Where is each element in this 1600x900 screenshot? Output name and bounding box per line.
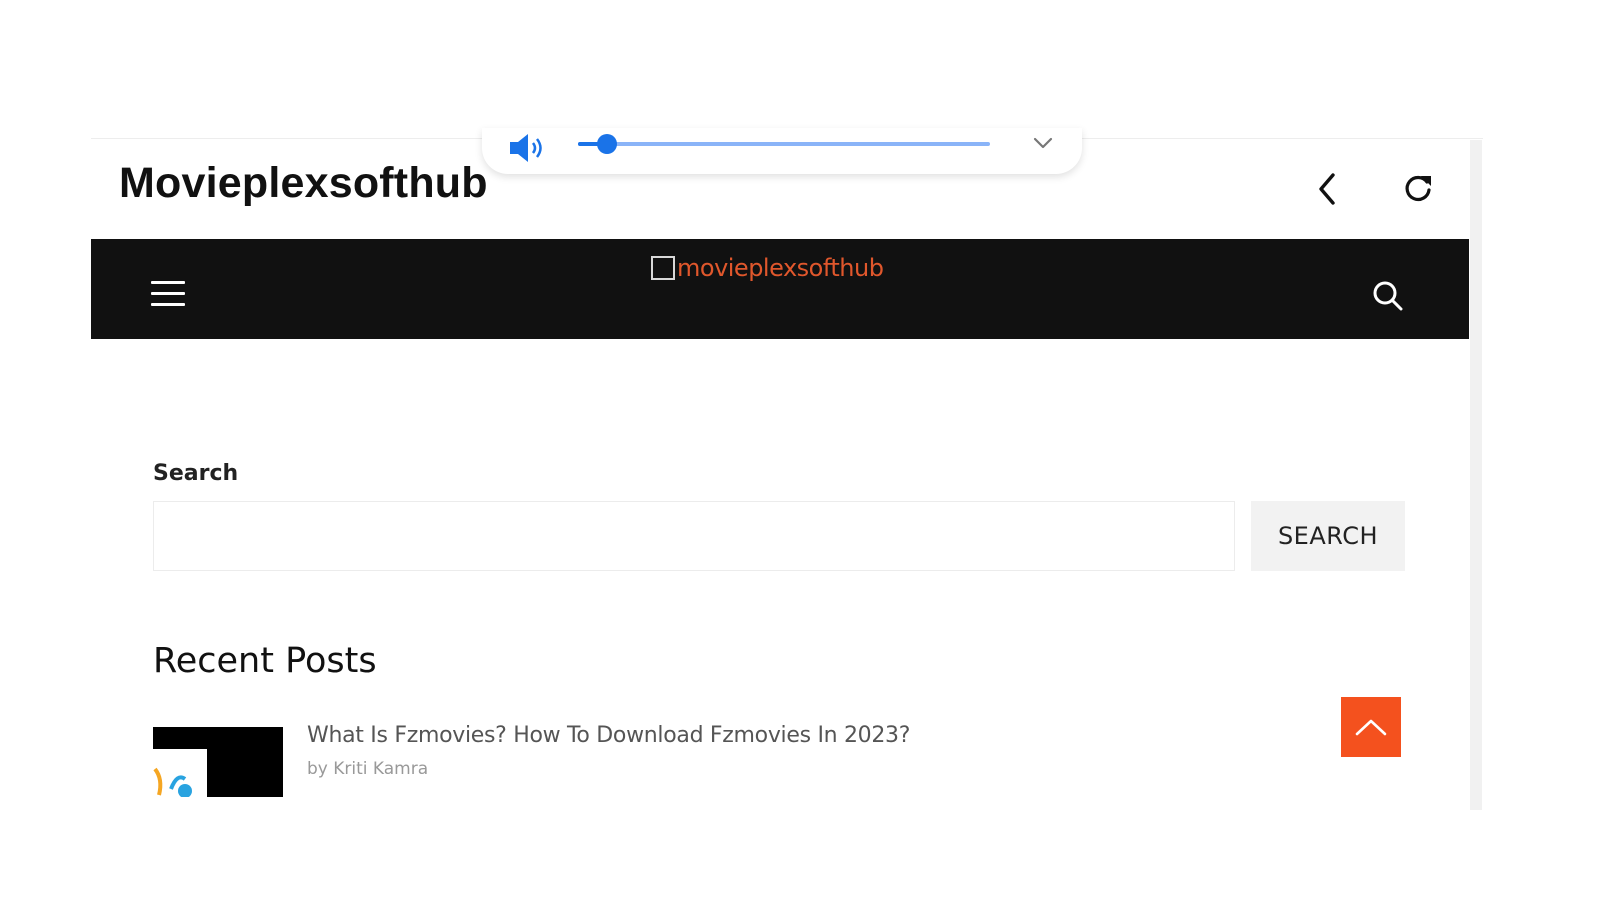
volume-slider-thumb[interactable] <box>596 134 617 154</box>
navbar: movieplexsofthub <box>91 239 1469 339</box>
post-meta: by Kriti Kamra <box>307 759 428 779</box>
search-icon[interactable] <box>1371 279 1405 313</box>
chevron-left-icon[interactable] <box>1313 171 1343 207</box>
search-label: Search <box>153 461 239 486</box>
post-author-link[interactable]: Kriti Kamra <box>333 759 428 779</box>
speaker-icon <box>510 134 542 162</box>
browser-frame: Movieplexsofthub movieplexsofthub Search… <box>91 138 1483 811</box>
reload-icon[interactable] <box>1401 171 1435 205</box>
logo-image-placeholder <box>651 256 675 280</box>
chevron-up-icon <box>1355 719 1387 736</box>
volume-overlay <box>482 128 1082 174</box>
post-thumbnail-graphic <box>153 749 207 797</box>
volume-slider[interactable] <box>578 134 990 154</box>
post-title-link[interactable]: What Is Fzmovies? How To Download Fzmovi… <box>307 723 910 748</box>
chevron-down-icon[interactable] <box>1032 134 1054 152</box>
site-logo[interactable]: movieplexsofthub <box>651 253 884 283</box>
scroll-to-top-button[interactable] <box>1341 697 1401 757</box>
thumbnail-logo-icon <box>153 767 192 797</box>
post-byline: by <box>307 759 328 779</box>
search-button[interactable]: SEARCH <box>1251 501 1405 571</box>
logo-text: movieplexsofthub <box>677 254 884 282</box>
page-title: Movieplexsofthub <box>119 159 488 207</box>
search-input[interactable] <box>153 501 1235 571</box>
hamburger-icon[interactable] <box>151 281 185 309</box>
recent-posts-heading: Recent Posts <box>153 641 377 681</box>
page-scrollbar[interactable] <box>1470 140 1482 810</box>
post-thumbnail[interactable] <box>153 727 283 797</box>
